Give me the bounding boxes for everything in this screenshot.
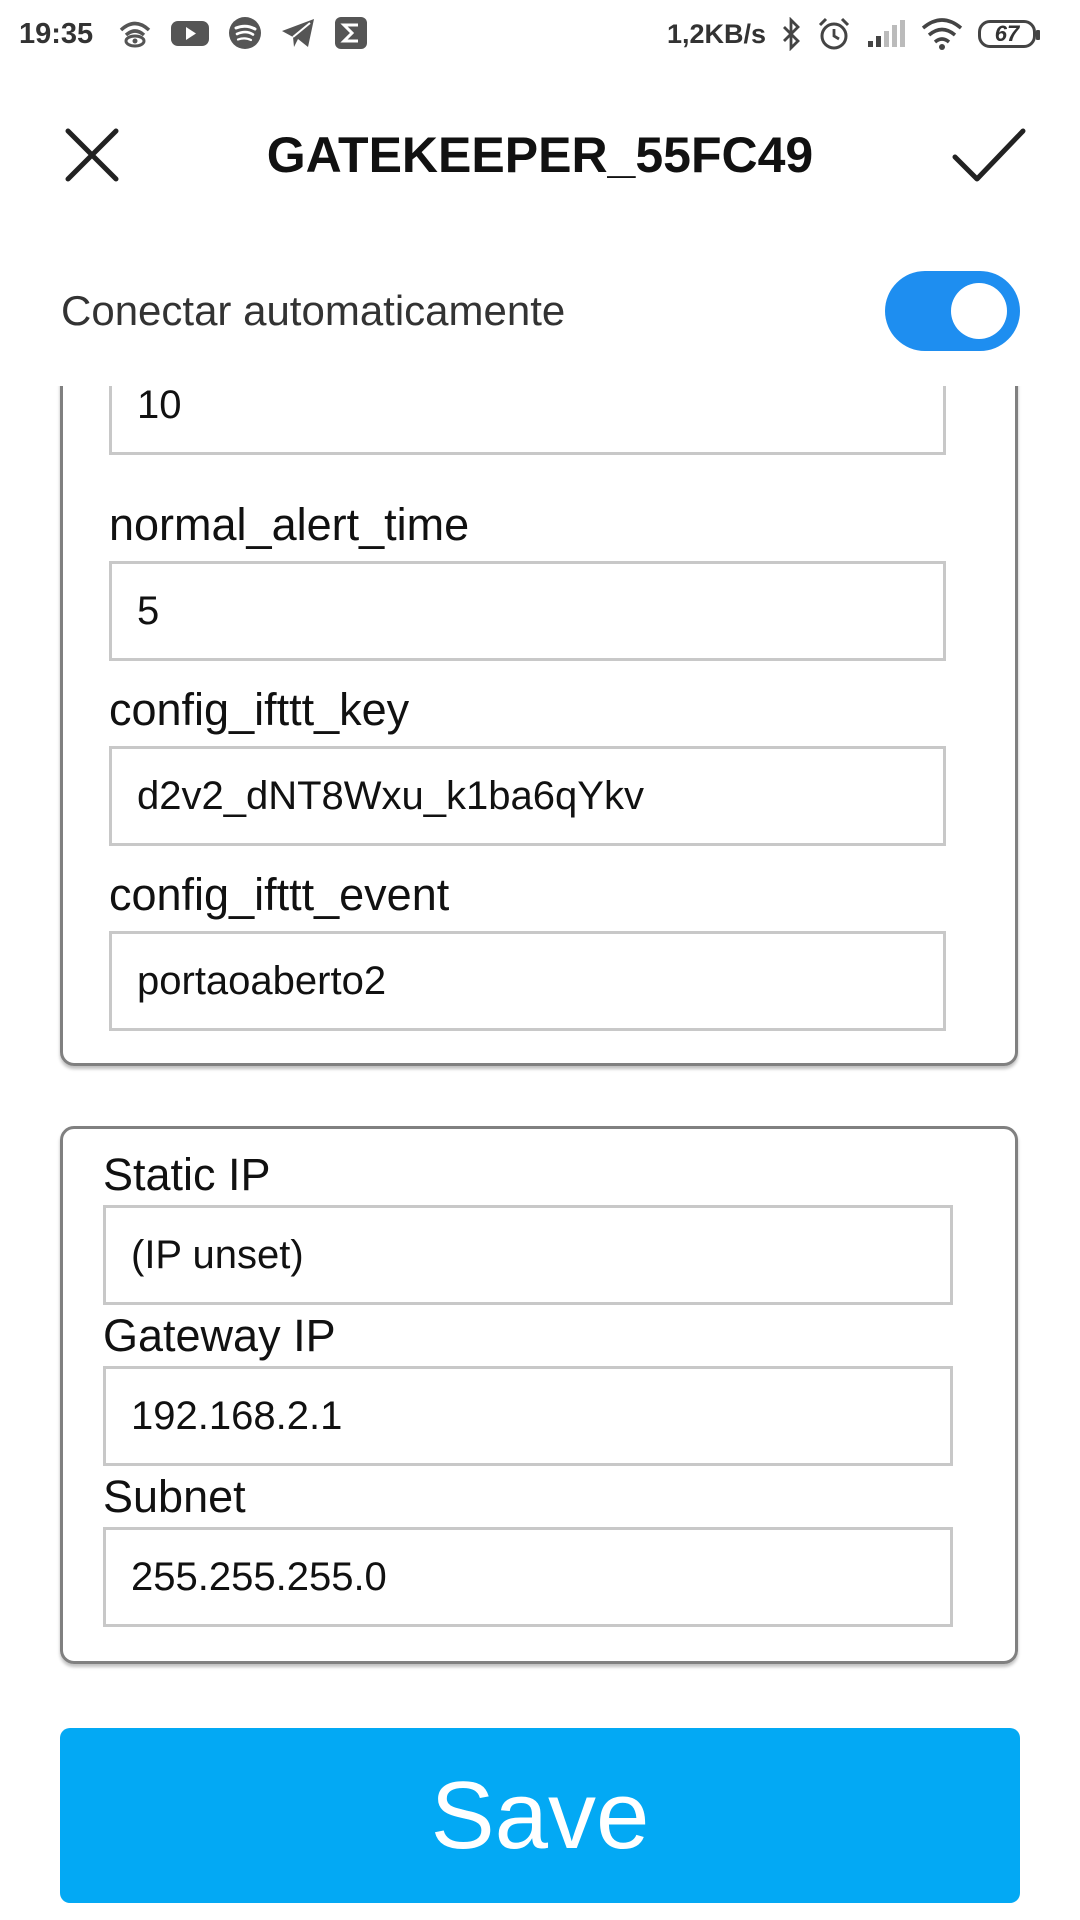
wifi-icon (921, 18, 963, 50)
field-label: config_ifttt_event (109, 869, 450, 920)
auto-connect-row: Conectar automaticamente (0, 262, 1080, 362)
wifi-eye-icon (119, 21, 151, 48)
network-panel: Static IP (IP unset) Gateway IP 192.168.… (60, 1126, 1018, 1664)
settings-scroll-area[interactable]: 10 normal_alert_time 5 config_ifttt_key … (0, 386, 1080, 1920)
subnet-input[interactable]: 255.255.255.0 (103, 1527, 953, 1627)
gateway-ip-input[interactable]: 192.168.2.1 (103, 1366, 953, 1466)
ifttt-event-input[interactable]: portaoaberto2 (109, 931, 946, 1031)
auto-connect-label: Conectar automaticamente (61, 287, 566, 334)
field-label: Subnet (103, 1471, 246, 1522)
network-rate: 1,2KB/s (666, 18, 766, 49)
field-label: normal_alert_time (109, 499, 470, 550)
sigma-icon (335, 17, 367, 49)
alarm-icon (818, 17, 850, 50)
ifttt-key-input[interactable]: d2v2_dNT8Wxu_k1ba6qYkv (109, 746, 946, 846)
youtube-icon (171, 21, 209, 46)
battery-icon: 67 (978, 20, 1040, 48)
telegram-icon (282, 19, 314, 47)
spotify-icon (229, 17, 261, 49)
save-button[interactable]: Save (60, 1728, 1020, 1903)
config-panel: 10 normal_alert_time 5 config_ifttt_key … (60, 386, 1018, 1066)
status-bar: 19:35 1,2KB/s 67 (0, 0, 1080, 76)
partial-field[interactable]: 10 (109, 386, 946, 455)
field-label: config_ifttt_key (109, 684, 410, 735)
field-label: Gateway IP (103, 1310, 336, 1361)
toggle-knob (951, 283, 1007, 339)
page-title: GATEKEEPER_55FC49 (266, 127, 814, 183)
status-left-icons (118, 16, 368, 50)
signal-icon (868, 20, 905, 47)
confirm-button[interactable] (950, 123, 1028, 187)
bluetooth-icon (783, 17, 800, 51)
top-bar: GATEKEEPER_55FC49 (0, 110, 1080, 200)
static-ip-input[interactable]: (IP unset) (103, 1205, 953, 1305)
field-label: Static IP (103, 1149, 271, 1200)
auto-connect-toggle[interactable] (885, 271, 1020, 351)
status-right-icons: 1,2KB/s 67 (666, 16, 1040, 52)
check-icon (952, 128, 1026, 182)
status-time: 19:35 (19, 18, 94, 50)
normal-alert-time-input[interactable]: 5 (109, 561, 946, 661)
